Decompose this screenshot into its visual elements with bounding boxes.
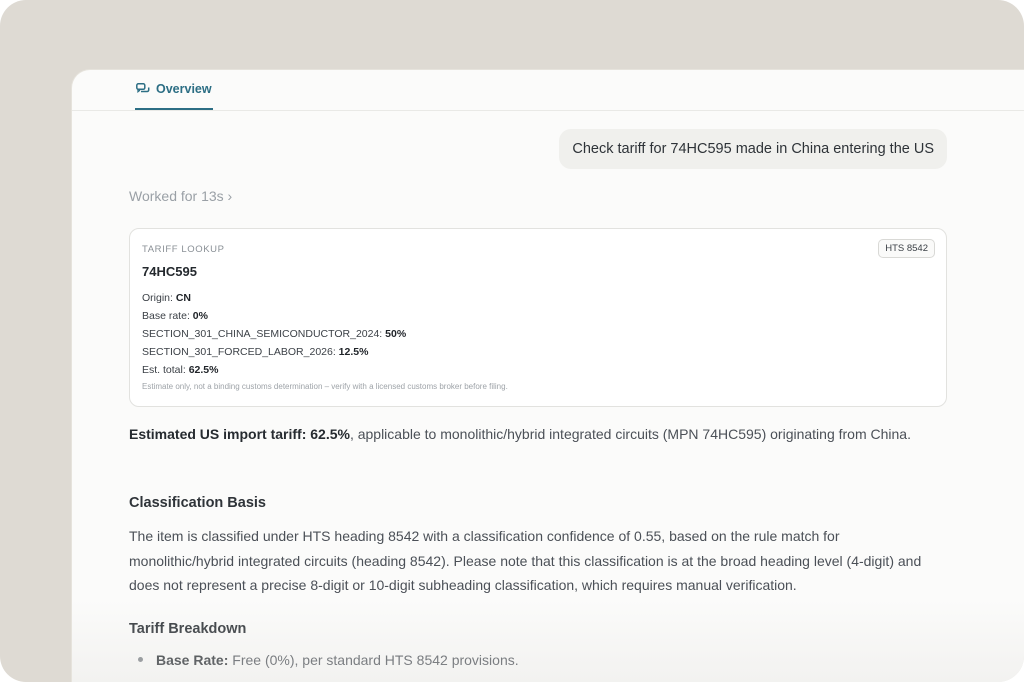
row-section-301-forced-labor: SECTION_301_FORCED_LABOR_2026: 12.5%	[142, 346, 369, 358]
row-origin: Origin: CN	[142, 292, 192, 304]
tariff-rows: Origin: CN Base rate: 0% SECTION_301_CHI…	[142, 289, 406, 379]
card-label: TARIFF LOOKUP	[142, 244, 225, 255]
chat-bubbles-icon	[136, 83, 150, 94]
row-base-rate: Base rate: 0%	[142, 310, 208, 322]
bullet-dot-icon	[138, 656, 143, 662]
classification-text: The item is classified under HTS heading…	[129, 528, 922, 593]
worked-for-toggle[interactable]: Worked for 13s ›	[129, 188, 232, 204]
user-message-bubble: Check tariff for 74HC595 made in China e…	[559, 129, 947, 169]
chat-window: Overview Check tariff for 74HC595 made i…	[72, 70, 1024, 682]
list-item: Base Rate: Free (0%), per standard HTS 8…	[138, 652, 519, 668]
breakdown-heading: Tariff Breakdown	[129, 621, 247, 637]
bottom-fade	[72, 600, 1024, 682]
tab-bar: Overview	[72, 70, 1024, 111]
tab-overview[interactable]: Overview	[135, 82, 213, 110]
tariff-lookup-card: TARIFF LOOKUP HTS 8542 74HC595 Origin: C…	[129, 228, 947, 407]
row-section-301-semiconductor: SECTION_301_CHINA_SEMICONDUCTOR_2024: 50…	[142, 328, 407, 340]
answer-summary: Estimated US import tariff: 62.5%, appli…	[129, 426, 911, 442]
app-frame: Overview Check tariff for 74HC595 made i…	[0, 0, 1024, 682]
disclaimer-note: Estimate only, not a binding customs det…	[142, 382, 508, 391]
hts-badge: HTS 8542	[878, 239, 935, 258]
tab-label: Overview	[156, 82, 212, 96]
classification-heading: Classification Basis	[129, 495, 266, 511]
part-number: 74HC595	[142, 264, 197, 279]
row-est-total: Est. total: 62.5%	[142, 364, 219, 376]
